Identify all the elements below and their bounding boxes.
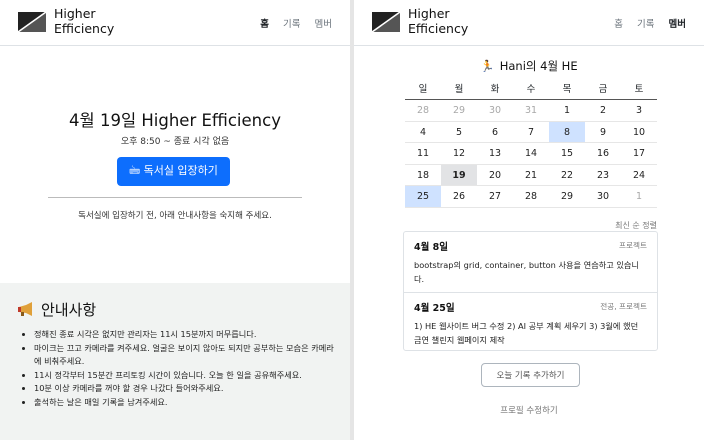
- weekday-label: 화: [490, 84, 500, 95]
- calendar-day[interactable]: 25: [405, 186, 441, 208]
- navbar: Higher Efficiency 홈 기록 멤버: [0, 0, 350, 46]
- brand-name[interactable]: Higher Efficiency: [54, 6, 114, 36]
- notice-heading: 안내사항: [17, 299, 336, 320]
- weekday-label: 금: [598, 84, 608, 95]
- record-tag: 전공, 프로젝트: [600, 302, 647, 311]
- record-tag: 프로젝트: [619, 241, 647, 250]
- notice-item: 11시 정각부터 15분간 프리토킹 시간이 있습니다. 오늘 한 일을 공유해…: [34, 369, 336, 383]
- calendar-day[interactable]: 3: [621, 100, 657, 122]
- calendar-day[interactable]: 14: [513, 143, 549, 165]
- session-title: 4월 19일 Higher Efficiency: [69, 111, 281, 130]
- calendar-day[interactable]: 11: [405, 143, 441, 165]
- records-list: 4월 8일 프로젝트 bootstrap의 grid, container, b…: [403, 231, 658, 351]
- calendar-day[interactable]: 12: [441, 143, 477, 165]
- megaphone-icon: [18, 302, 32, 316]
- notice-item: 정해진 종료 시각은 없지만 관리자는 11시 15분까지 머무릅니다.: [34, 328, 336, 342]
- nav-links: 홈 기록 멤버: [614, 16, 686, 30]
- weekday-label: 토: [634, 84, 644, 95]
- brand-name[interactable]: Higher Efficiency: [408, 6, 468, 36]
- calendar: 일월화수목금토 28 29 30 31 1 2 3 4 5 6 7 8 9 10 11 12 13 14 15 16 1…: [405, 81, 657, 208]
- calendar-day[interactable]: 9: [585, 122, 621, 144]
- session-time: 오후 8:50 ~ 종료 시각 없음: [120, 137, 230, 147]
- record-body: 1) HE 웹사이트 버그 수정 2) AI 공부 계획 세우기 3) 3월에 …: [414, 321, 639, 345]
- calendar-day[interactable]: 5: [441, 122, 477, 144]
- runner-icon: 🏃: [480, 59, 495, 73]
- logo-icon[interactable]: [17, 11, 47, 33]
- calendar-day[interactable]: 24: [621, 165, 657, 187]
- record-item[interactable]: 4월 25일 전공, 프로젝트 1) HE 웹사이트 버그 수정 2) AI 공…: [404, 292, 657, 353]
- nav-records[interactable]: 기록: [283, 16, 300, 30]
- navbar: Higher Efficiency 홈 기록 멤버: [354, 0, 704, 46]
- calendar-day[interactable]: 21: [513, 165, 549, 187]
- calendar-day[interactable]: 6: [477, 122, 513, 144]
- weekday-label: 수: [526, 84, 536, 95]
- calendar-day[interactable]: 26: [441, 186, 477, 208]
- calendar-day[interactable]: 22: [549, 165, 585, 187]
- calendar-days: 28 29 30 31 1 2 3 4 5 6 7 8 9 10 11 12 13 14 15 16 17 18 19 20 2…: [405, 100, 657, 208]
- calendar-day[interactable]: 29: [549, 186, 585, 208]
- sort-latest-link[interactable]: 최신 순 정렬: [615, 220, 657, 231]
- record-body: bootstrap의 grid, container, button 사용을 연…: [414, 260, 639, 284]
- nav-records[interactable]: 기록: [637, 16, 654, 30]
- calendar-day[interactable]: 18: [405, 165, 441, 187]
- calendar-day[interactable]: 30: [477, 100, 513, 122]
- calendar-day[interactable]: 1: [621, 186, 657, 208]
- calendar-day[interactable]: 16: [585, 143, 621, 165]
- brand-line1: Higher: [408, 6, 450, 21]
- calendar-title-text: Hani의 4월 HE: [499, 59, 578, 73]
- notice-title: 안내사항: [41, 301, 97, 319]
- calendar-day[interactable]: 13: [477, 143, 513, 165]
- enter-study-room-button[interactable]: 🖮 독서실 입장하기: [117, 157, 230, 186]
- calendar-day[interactable]: 31: [513, 100, 549, 122]
- calendar-day[interactable]: 28: [513, 186, 549, 208]
- weekday-label: 목: [562, 84, 572, 95]
- brand-line1: Higher: [54, 6, 96, 21]
- calendar-day[interactable]: 30: [585, 186, 621, 208]
- nav-links: 홈 기록 멤버: [260, 16, 332, 30]
- calendar-day[interactable]: 28: [405, 100, 441, 122]
- left-panel: Higher Efficiency 홈 기록 멤버 4월 19일 Higher …: [0, 0, 350, 440]
- calendar-title: 🏃 Hani의 4월 HE: [354, 58, 704, 74]
- calendar-day[interactable]: 17: [621, 143, 657, 165]
- record-item[interactable]: 4월 8일 프로젝트 bootstrap의 grid, container, b…: [404, 232, 657, 292]
- calendar-day[interactable]: 2: [585, 100, 621, 122]
- calendar-day[interactable]: 1: [549, 100, 585, 122]
- add-today-record-button[interactable]: 오늘 기록 추가하기: [481, 363, 580, 387]
- notice-item: 10분 이상 카메라를 꺼야 할 경우 나갔다 들어와주세요.: [34, 382, 336, 396]
- divider: [48, 197, 302, 198]
- nav-home[interactable]: 홈: [260, 16, 269, 30]
- right-panel: Higher Efficiency 홈 기록 멤버 🏃 Hani의 4월 HE 일…: [354, 0, 704, 440]
- calendar-day[interactable]: 27: [477, 186, 513, 208]
- weekday-label: 일: [418, 84, 428, 95]
- nav-members[interactable]: 멤버: [669, 16, 686, 30]
- brand-line2: Efficiency: [54, 21, 115, 36]
- record-date: 4월 8일: [414, 242, 449, 253]
- edit-profile-link[interactable]: 프로필 수정하기: [354, 404, 704, 416]
- calendar-day[interactable]: 4: [405, 122, 441, 144]
- weekday-label: 월: [454, 84, 464, 95]
- nav-members[interactable]: 멤버: [315, 16, 332, 30]
- notice-item: 마이크는 끄고 카메라를 켜주세요. 얼굴은 보이지 않아도 되지만 공부하는 …: [34, 342, 336, 369]
- notice-section: 안내사항 정해진 종료 시각은 없지만 관리자는 11시 15분까지 머무릅니다…: [0, 283, 350, 440]
- notice-list: 정해진 종료 시각은 없지만 관리자는 11시 15분까지 머무릅니다. 마이크…: [17, 328, 336, 409]
- calendar-day[interactable]: 10: [621, 122, 657, 144]
- brand-line2: Efficiency: [408, 21, 469, 36]
- calendar-day[interactable]: 7: [513, 122, 549, 144]
- notice-item: 출석하는 날은 매일 기록을 남겨주세요.: [34, 396, 336, 410]
- calendar-day[interactable]: 20: [477, 165, 513, 187]
- calendar-day[interactable]: 23: [585, 165, 621, 187]
- calendar-weekdays: 일월화수목금토: [405, 81, 657, 100]
- logo-icon[interactable]: [371, 11, 401, 33]
- entry-note: 독서실에 입장하기 전, 아래 안내사항을 숙지해 주세요.: [78, 211, 272, 221]
- calendar-day[interactable]: 29: [441, 100, 477, 122]
- calendar-day[interactable]: 8: [549, 121, 585, 144]
- calendar-day[interactable]: 15: [549, 143, 585, 165]
- calendar-day[interactable]: 19: [441, 164, 477, 187]
- nav-home[interactable]: 홈: [614, 16, 623, 30]
